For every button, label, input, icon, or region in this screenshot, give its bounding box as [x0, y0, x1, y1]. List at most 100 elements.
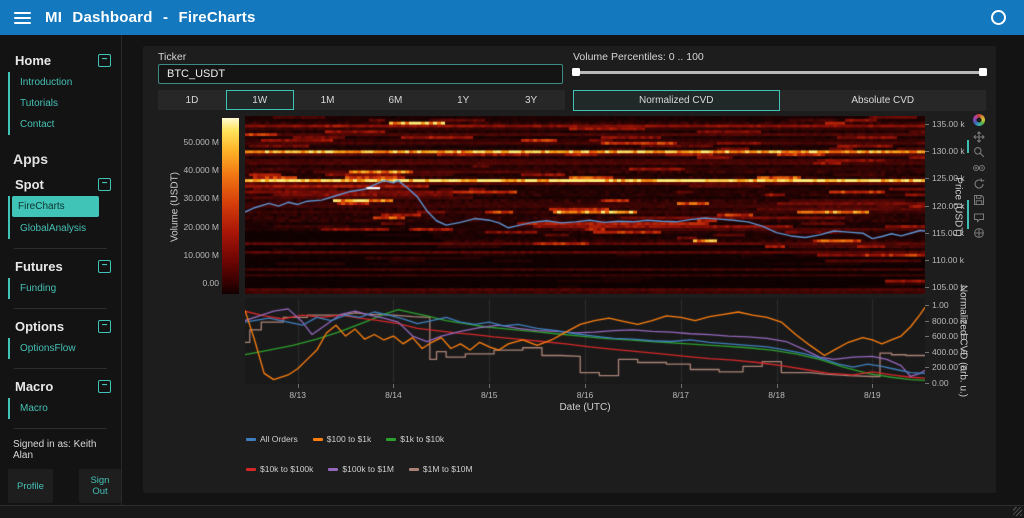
cvd-button-group: Normalized CVDAbsolute CVD [573, 90, 986, 111]
modebar-active-indicator [967, 200, 969, 229]
sidebar-section-label: Home [15, 53, 51, 68]
cvd-tick-mark [925, 352, 929, 353]
sidebar-item-firecharts[interactable]: FireCharts [12, 196, 99, 217]
save-icon[interactable] [973, 194, 985, 206]
legend-item--1m-to-10m[interactable]: $1M to $10M [409, 464, 473, 474]
price-tick-label: 125.00 k [932, 173, 965, 183]
legend-item--100-to-1k[interactable]: $100 to $1k [313, 434, 371, 444]
colorbar-tick-label: 20.000 M [173, 222, 219, 232]
plotly-logo-icon[interactable] [973, 114, 985, 126]
legend-row: All Orders $100 to $1k $1k to $10k [246, 434, 444, 444]
sidebar-section-macro: Macro − [15, 379, 111, 394]
legend-swatch [313, 438, 323, 441]
range-button-1d[interactable]: 1D [158, 90, 226, 110]
collapse-icon[interactable]: − [98, 260, 111, 273]
legend-label: All Orders [260, 434, 298, 444]
ticker-input[interactable] [158, 64, 563, 84]
cvd-button-absolute-cvd[interactable]: Absolute CVD [780, 90, 987, 111]
colorbar-tick-label: 50.000 M [173, 137, 219, 147]
date-tick-label: 8/19 [864, 390, 881, 400]
legend-item--100k-to-1m[interactable]: $100k to $1M [328, 464, 394, 474]
sidebar-item-contact[interactable]: Contact [10, 114, 121, 135]
cvd-tick-label: 600.00 m [932, 331, 967, 341]
pan-icon[interactable] [973, 131, 985, 143]
menu-icon[interactable] [14, 12, 31, 24]
sidebar-section-spot: Spot − [15, 177, 111, 192]
range-button-1w[interactable]: 1W [226, 90, 294, 110]
autoscale-icon[interactable] [973, 227, 985, 239]
date-tick-label: 8/16 [577, 390, 594, 400]
sidebar-section-home: Home − [15, 53, 111, 68]
date-tick-label: 8/14 [385, 390, 402, 400]
collapse-icon[interactable]: − [98, 54, 111, 67]
legend-swatch [409, 468, 419, 471]
reset-axes-icon[interactable] [973, 178, 985, 190]
collapse-icon[interactable]: − [98, 178, 111, 191]
price-tick-mark [925, 151, 929, 152]
modebar-active-indicator [967, 140, 969, 153]
profile-button[interactable]: Profile [8, 469, 53, 503]
price-tick-label: 115.00 k [932, 228, 964, 238]
cvd-tick-label: 200.00 m [932, 362, 967, 372]
legend-label: $100 to $1k [327, 434, 371, 444]
slider-track[interactable] [573, 71, 986, 74]
range-button-6m[interactable]: 6M [361, 90, 429, 110]
price-tick-label: 120.00 k [932, 201, 965, 211]
zoom-in-out-icon[interactable] [973, 162, 985, 174]
cvd-tick-label: 800.00 m [932, 316, 967, 326]
signed-in-text: Signed in as: Keith Alan [13, 439, 115, 461]
legend-item--10k-to-100k[interactable]: $10k to $100k [246, 464, 313, 474]
sidebar-section-items: Funding [8, 278, 121, 299]
price-tick-mark [925, 206, 929, 207]
date-tick-mark [872, 384, 873, 388]
date-tick-mark [298, 384, 299, 388]
legend-item-all-orders[interactable]: All Orders [246, 434, 298, 444]
colorbar-tick-label: 0.00 [173, 278, 219, 288]
sidebar-item-funding[interactable]: Funding [10, 278, 121, 299]
legend-swatch [386, 438, 396, 441]
slider-handle-max[interactable] [979, 68, 987, 76]
cvd-button-normalized-cvd[interactable]: Normalized CVD [573, 90, 780, 111]
box-zoom-icon[interactable] [973, 146, 985, 158]
resize-handle-icon[interactable] [1013, 507, 1022, 516]
sidebar-section-items: IntroductionTutorialsContact [8, 72, 121, 135]
cvd-line-plot[interactable] [245, 298, 925, 384]
signout-button[interactable]: Sign Out [79, 469, 121, 503]
divider [14, 308, 107, 309]
range-button-3y[interactable]: 3Y [497, 90, 565, 110]
cvd-tick-mark [925, 321, 929, 322]
ticker-label: Ticker [158, 51, 186, 63]
volume-percentiles-label: Volume Percentiles: 0 .. 100 [573, 51, 704, 63]
status-circle-icon[interactable] [991, 10, 1006, 25]
sidebar-section-label: Macro [15, 379, 53, 394]
topbar: MI Dashboard - FireCharts [0, 0, 1024, 35]
slider-handle-min[interactable] [572, 68, 580, 76]
sidebar-section-futures: Futures− [15, 259, 111, 274]
range-button-1y[interactable]: 1Y [429, 90, 497, 110]
range-button-1m[interactable]: 1M [294, 90, 362, 110]
date-tick-mark [393, 384, 394, 388]
collapse-icon[interactable]: − [98, 380, 111, 393]
legend-label: $100k to $1M [342, 464, 394, 474]
sidebar-item-macro[interactable]: Macro [10, 398, 121, 419]
colorbar-tick-label: 30.000 M [173, 193, 219, 203]
colorbar-tick-label: 40.000 M [173, 165, 219, 175]
volume-heatmap-plot[interactable] [245, 116, 925, 294]
sidebar-item-tutorials[interactable]: Tutorials [10, 93, 121, 114]
cvd-tick-mark [925, 336, 929, 337]
price-tick-mark [925, 178, 929, 179]
sidebar-section-label: Options [15, 319, 64, 334]
hover-tooltip-icon[interactable] [973, 212, 985, 224]
volume-percentiles-slider[interactable] [573, 67, 986, 77]
legend-item--1k-to-10k[interactable]: $1k to $10k [386, 434, 444, 444]
sidebar-item-globalanalysis[interactable]: GlobalAnalysis [10, 218, 121, 239]
app-title: MI Dashboard - FireCharts [45, 9, 256, 26]
date-tick-mark [489, 384, 490, 388]
sidebar-item-optionsflow[interactable]: OptionsFlow [10, 338, 121, 359]
legend-swatch [328, 468, 338, 471]
sidebar-section-label: Spot [15, 177, 44, 192]
sidebar-item-introduction[interactable]: Introduction [10, 72, 121, 93]
collapse-icon[interactable]: − [98, 320, 111, 333]
price-tick-mark [925, 124, 929, 125]
date-tick-mark [681, 384, 682, 388]
